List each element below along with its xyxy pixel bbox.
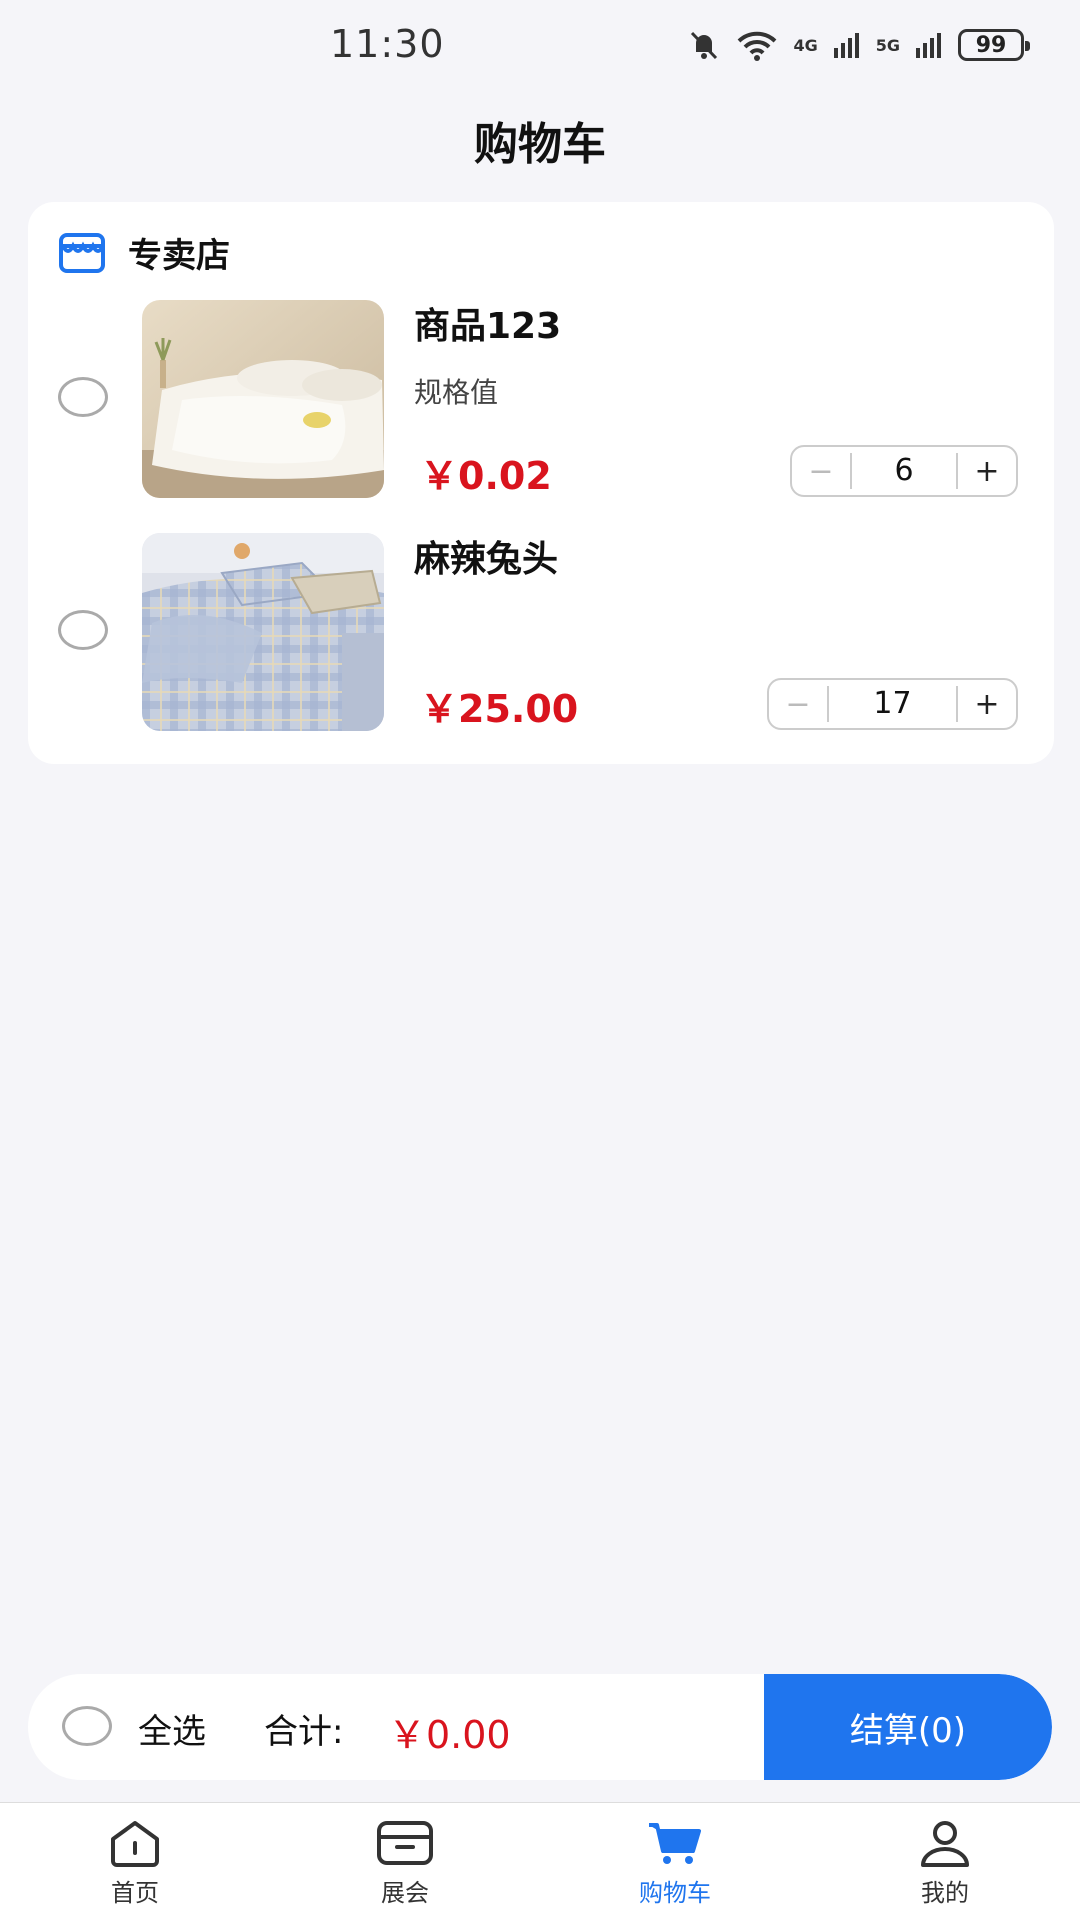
battery-icon: 99 [958, 29, 1030, 61]
tab-label: 首页 [111, 1879, 159, 1907]
item-price: ￥0.02 [420, 454, 552, 498]
store-icon [59, 232, 105, 273]
signal-4g-icon [833, 33, 859, 58]
user-icon [921, 1821, 969, 1867]
box-icon [377, 1821, 433, 1865]
tab-cart[interactable]: 购物车 [540, 1803, 810, 1920]
item-price: ￥25.00 [420, 687, 579, 731]
signal-5g-icon [916, 33, 941, 58]
item-title[interactable]: 商品123 [414, 297, 561, 349]
quantity-value[interactable]: 6 [850, 453, 958, 489]
signal-4g-label: 4G [793, 35, 818, 55]
tab-exhibition[interactable]: 展会 [270, 1803, 540, 1920]
checkout-button-label: 结算(0) [849, 1710, 967, 1751]
status-bar: 11:30 4G 5G 99 [0, 0, 1080, 100]
decrease-button[interactable]: − [792, 454, 850, 489]
tab-label: 购物车 [639, 1879, 711, 1907]
status-icons: 4G 5G 99 [687, 28, 1030, 62]
shop-card: 专卖店 商品123 规格值 ￥0.02 − 6 + 麻辣兔头 ￥25.00 − … [28, 202, 1054, 764]
tab-label: 展会 [381, 1879, 429, 1907]
signal-5g-label: 5G [875, 35, 900, 55]
quantity-stepper: − 6 + [790, 445, 1018, 497]
page-title: 购物车 [474, 119, 606, 170]
total-label: 合计: [264, 1712, 344, 1752]
select-all-radio[interactable] [62, 1706, 112, 1746]
tab-label: 我的 [921, 1879, 969, 1907]
item-select-radio[interactable] [58, 610, 108, 650]
shop-header[interactable]: 专卖店 [58, 228, 230, 277]
item-title[interactable]: 麻辣兔头 [414, 530, 558, 582]
quantity-value[interactable]: 17 [827, 686, 958, 722]
cart-item: 商品123 规格值 ￥0.02 − 6 + [28, 297, 1054, 498]
shop-name: 专卖店 [128, 236, 230, 276]
product-image[interactable] [142, 300, 384, 498]
checkout-bar: 全选 合计: ￥0.00 结算(0) [28, 1674, 1052, 1780]
battery-level: 99 [975, 32, 1007, 58]
increase-button[interactable]: + [958, 454, 1016, 489]
product-image[interactable] [142, 533, 384, 731]
select-all-label[interactable]: 全选 [138, 1704, 206, 1753]
wifi-icon [738, 31, 777, 61]
status-time: 11:30 [330, 22, 445, 66]
quantity-stepper: − 17 + [767, 678, 1018, 730]
item-select-radio[interactable] [58, 377, 108, 417]
cart-item: 麻辣兔头 ￥25.00 − 17 + [28, 530, 1054, 731]
checkout-button[interactable]: 结算(0) [764, 1674, 1052, 1780]
tab-bar: 首页 展会 购物车 我的 [0, 1802, 1080, 1920]
total-value: ￥0.00 [388, 1713, 511, 1757]
tab-profile[interactable]: 我的 [810, 1803, 1080, 1920]
cart-icon [649, 1823, 701, 1864]
increase-button[interactable]: + [958, 687, 1016, 722]
home-icon [111, 1821, 159, 1867]
item-spec: 规格值 [414, 376, 499, 409]
decrease-button[interactable]: − [769, 687, 827, 722]
mute-bell-icon [691, 31, 718, 60]
tab-home[interactable]: 首页 [0, 1803, 270, 1920]
